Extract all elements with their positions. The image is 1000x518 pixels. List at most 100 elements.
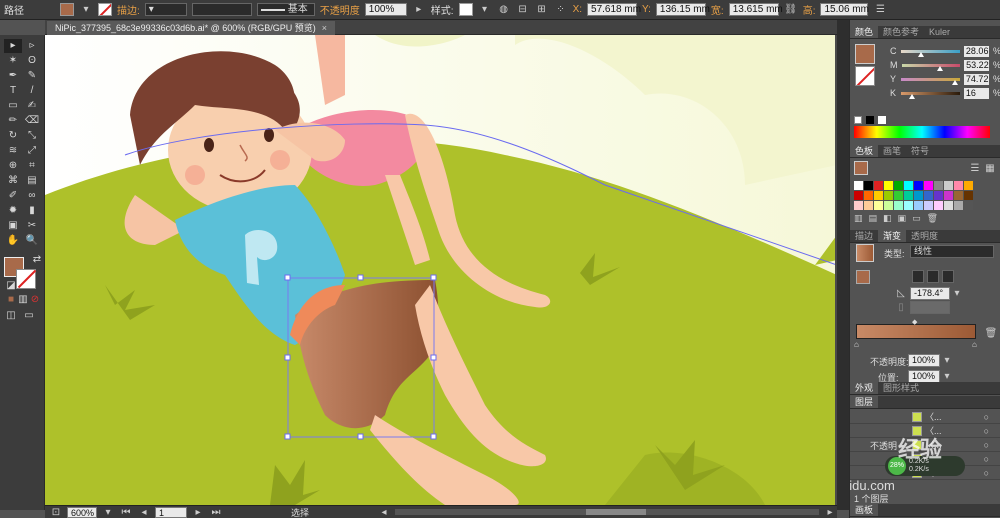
swatch-cell[interactable] [884,191,893,200]
chevron-down-icon[interactable]: ▾ [940,353,954,367]
channel-value-field[interactable]: 28.06 [963,45,989,57]
swatch-cell[interactable] [964,201,973,210]
direct-selection-tool-icon[interactable]: ▹ [23,39,41,53]
type-tool-icon[interactable]: T [4,84,22,98]
status-menu-icon[interactable]: ⊡ [49,505,63,518]
artboard-tool-icon[interactable]: ▣ [4,219,22,233]
first-artboard-icon[interactable]: ⏮ [119,505,133,518]
gradient-panel-tab-0[interactable]: 描边 [850,230,878,242]
swatches-panel-tab-1[interactable]: 画笔 [878,145,906,157]
swatch-cell[interactable] [854,191,863,200]
rotate-tool-icon[interactable]: ↻ [4,129,22,143]
swatch-cell[interactable] [904,191,913,200]
show-kinds-icon[interactable]: ▤ [869,213,878,224]
stroke-gradient-across-icon[interactable] [942,270,954,283]
curvature-tool-icon[interactable]: ✎ [23,69,41,83]
width-tool-icon[interactable]: ≋ [4,144,22,158]
swatch-cell[interactable] [904,201,913,210]
swatch-cell[interactable] [904,181,913,190]
hand-tool-icon[interactable]: ✋ [4,234,22,248]
swatch-cell[interactable] [924,201,933,210]
swatch-cell[interactable] [914,191,923,200]
swatch-cell[interactable] [854,201,863,210]
color-spectrum[interactable] [854,126,990,138]
swatch-cell[interactable] [954,191,963,200]
swatch-cell[interactable] [874,181,883,190]
link-icon[interactable]: ⛓ [784,3,798,17]
gradient-slider[interactable] [856,324,976,339]
none-color-icon[interactable] [854,116,862,124]
gradient-stop-left[interactable]: ⌂ [854,340,859,349]
slice-tool-icon[interactable]: ✂ [23,219,41,233]
scale-tool-icon[interactable]: ⤡ [23,129,41,143]
lasso-tool-icon[interactable]: ʘ [23,54,41,68]
gradient-opacity-field[interactable]: 100% [908,354,940,367]
swatch-cell[interactable] [934,201,943,210]
swatch-cell[interactable] [914,201,923,210]
last-artboard-icon[interactable]: ⏭ [209,505,223,518]
layers-tab[interactable]: 图层 [850,396,879,408]
h-field[interactable]: 15.06 mm [820,3,869,16]
swap-fill-stroke-icon[interactable]: ⇄ [28,253,46,267]
active-swatch[interactable] [854,161,868,175]
swatch-cell[interactable] [914,181,923,190]
zoom-tool-icon[interactable]: 🔍 [23,234,41,248]
shape-builder-tool-icon[interactable]: ⊕ [4,159,22,173]
swatch-cell[interactable] [894,181,903,190]
align-icon[interactable]: ⊟ [516,3,530,17]
swatch-cell[interactable] [894,201,903,210]
stroke-weight-dropdown[interactable]: ▾ [144,3,187,16]
stroke-swatch[interactable] [98,3,112,16]
artboard-field[interactable]: 1 [155,506,187,518]
gradient-angle-field[interactable]: -178.4° [910,287,950,300]
color-panel-tab-1[interactable]: 颜色参考 [878,26,924,38]
close-icon[interactable]: × [322,23,327,33]
screen-mode-icon[interactable]: ▭ [20,309,38,323]
gradient-stop-right[interactable]: ⌂ [972,340,977,349]
gradient-panel-tab-2[interactable]: 透明度 [906,230,943,242]
artboards-tab[interactable]: 画板 [850,504,879,516]
y-field[interactable]: 136.15 mm [655,3,710,16]
free-transform-tool-icon[interactable]: ⤢ [23,144,41,158]
chevron-right-icon[interactable]: ▸ [412,3,426,17]
target-icon[interactable]: ○ [984,440,989,450]
gradient-preview-swatch[interactable] [856,244,874,262]
stroke-gradient-within-icon[interactable] [912,270,924,283]
brush-profile-dropdown[interactable]: 基本 [256,3,315,16]
target-icon[interactable]: ○ [984,468,989,478]
chevron-down-icon[interactable]: ▾ [950,286,964,300]
pen-tool-icon[interactable]: ✒ [4,69,22,83]
swatch-cell[interactable] [934,191,943,200]
document-tab[interactable]: NiPic_377395_68c3e99336c03d6b.ai* @ 600%… [47,21,336,35]
swatch-cell[interactable] [944,191,953,200]
variable-width-dropdown[interactable] [191,3,252,16]
eyedropper-tool-icon[interactable]: ✐ [4,189,22,203]
perspective-grid-tool-icon[interactable]: ⌗ [23,159,41,173]
swatch-cell[interactable] [884,181,893,190]
swatch-cell[interactable] [924,181,933,190]
swatch-cell[interactable] [964,191,973,200]
line-segment-tool-icon[interactable]: / [23,84,41,98]
channel-slider-thumb[interactable] [909,93,916,99]
swatch-library-icon[interactable]: ▥ [854,213,863,224]
graphic-style-swatch[interactable] [458,3,473,16]
chevron-down-icon[interactable]: ▾ [940,369,954,383]
swatch-cell[interactable] [864,201,873,210]
white-color-swatch[interactable] [878,116,886,124]
gradient-midpoint[interactable]: ◆ [912,318,917,326]
swatch-cell[interactable] [954,181,963,190]
selection-tool-icon[interactable]: ▸ [4,39,22,53]
new-group-icon[interactable]: ▣ [898,213,907,224]
channel-slider[interactable] [900,77,960,85]
swatch-cell[interactable] [954,201,963,210]
chevron-down-icon[interactable]: ▾ [101,505,115,518]
delete-stop-icon[interactable]: 🗑 [984,326,998,340]
swatch-cell[interactable] [864,191,873,200]
swatch-cell[interactable] [884,201,893,210]
channel-value-field[interactable]: 16 [963,87,989,99]
fill-swatch[interactable] [60,3,74,16]
swatch-cell[interactable] [854,181,863,190]
chevron-down-icon[interactable]: ▾ [79,3,93,17]
swatch-cell[interactable] [874,201,883,210]
w-field[interactable]: 13.615 mm [728,3,783,16]
